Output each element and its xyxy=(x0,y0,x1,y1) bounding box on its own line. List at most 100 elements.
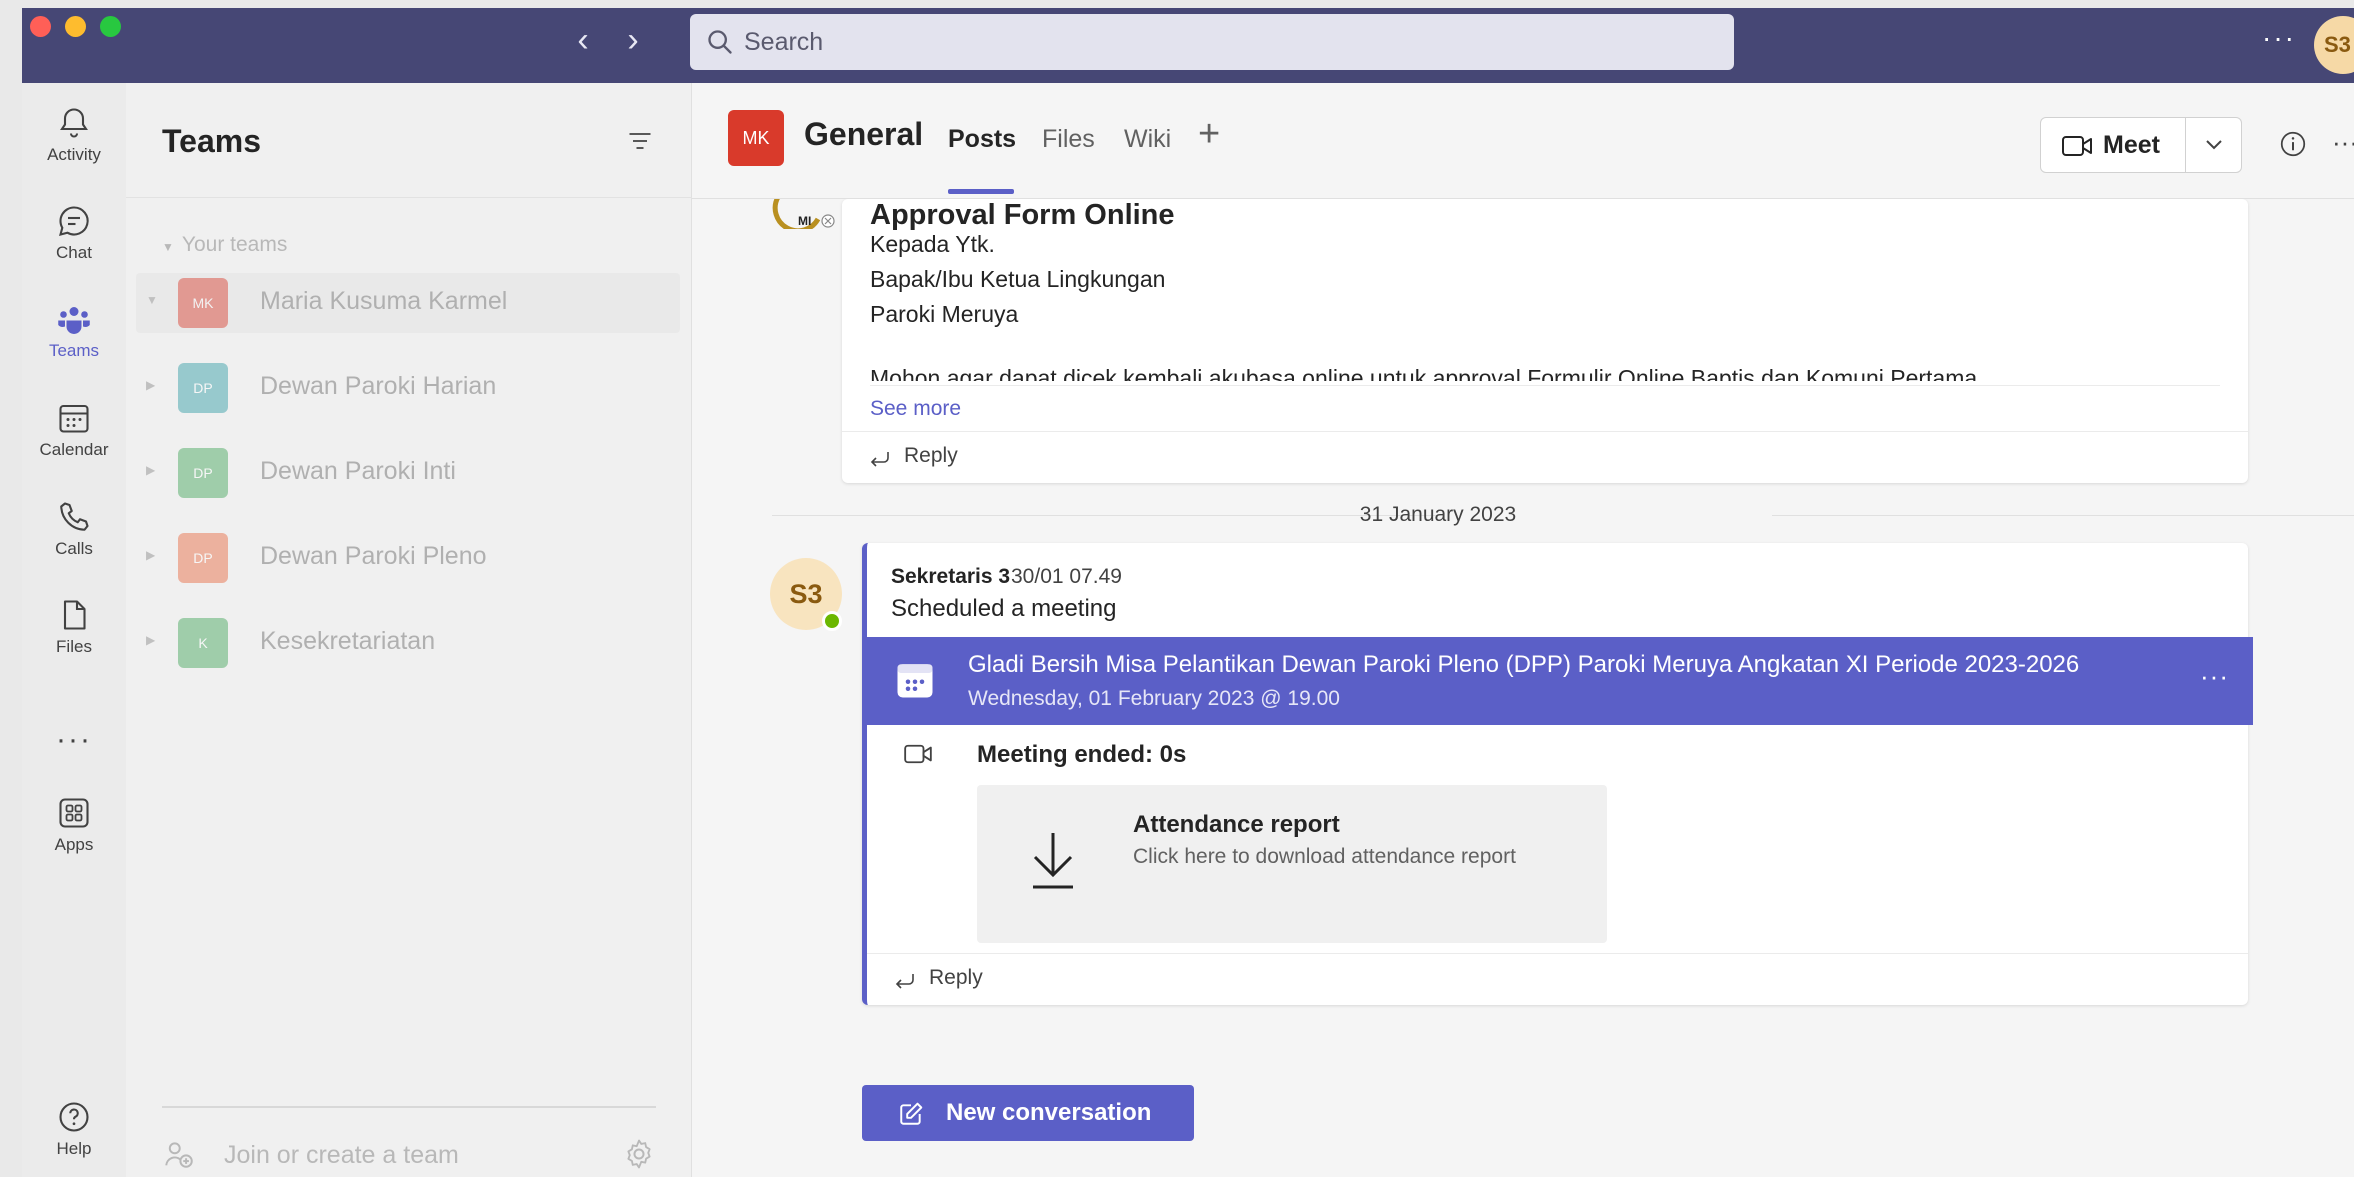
rail-item-teams[interactable]: Teams xyxy=(22,287,126,377)
rail-label-teams: Teams xyxy=(48,341,100,360)
meeting-date: Wednesday, 01 February 2023 @ 19.00 xyxy=(968,687,1340,710)
presence-available-icon xyxy=(822,611,842,631)
rail-item-activity[interactable]: Activity xyxy=(22,91,126,181)
reply-label: Reply xyxy=(929,966,983,989)
rail-item-files[interactable]: Files xyxy=(22,583,126,673)
meeting-title: Gladi Bersih Misa Pelantikan Dewan Parok… xyxy=(968,651,2080,678)
post-author[interactable]: Sekretaris 3 xyxy=(891,565,1010,589)
team-name: Dewan Paroki Inti xyxy=(260,457,456,485)
rail-item-calls[interactable]: Calls xyxy=(22,485,126,575)
rail-label-help: Help xyxy=(56,1139,92,1158)
channel-main: Approval Form Online Kepada Ytk. Bapak/I… xyxy=(692,83,2354,1177)
active-tab-indicator xyxy=(948,189,1014,194)
your-teams-label: Your teams xyxy=(181,233,288,256)
team-item[interactable]: ▶ DP Dewan Paroki Harian xyxy=(136,358,680,418)
team-item[interactable]: ▼ MK Maria Kusuma Karmel xyxy=(136,273,680,333)
add-people-icon xyxy=(165,1142,193,1168)
post-line: Kepada Ytk. xyxy=(870,231,995,257)
panel-divider xyxy=(126,197,692,198)
chevron-down-icon xyxy=(2206,140,2222,150)
team-item[interactable]: ▶ K Kesekretariatan xyxy=(136,613,680,673)
team-avatar: DP xyxy=(178,363,228,413)
caret-down-icon: ▼ xyxy=(162,240,174,254)
meet-label: Meet xyxy=(2103,131,2160,159)
bell-icon xyxy=(60,108,88,138)
your-teams-header[interactable]: ▼ Your teams xyxy=(162,233,287,257)
close-window-button[interactable] xyxy=(30,16,51,37)
reply-icon xyxy=(870,452,889,467)
attendance-report-card[interactable]: Attendance report Click here to download… xyxy=(977,785,1607,943)
meeting-ended-label: Meeting ended: 0s xyxy=(977,741,1187,768)
rail-label-calendar: Calendar xyxy=(39,440,109,459)
channel-avatar: MK xyxy=(728,110,784,166)
chat-icon xyxy=(59,206,89,236)
rail-item-apps[interactable]: Apps xyxy=(22,781,126,871)
phone-icon xyxy=(60,502,89,531)
back-arrow-icon[interactable]: ‹ xyxy=(568,23,598,57)
rail-label-files: Files xyxy=(56,637,92,656)
team-item[interactable]: ▶ DP Dewan Paroki Pleno xyxy=(136,528,680,588)
team-name: Dewan Paroki Harian xyxy=(260,372,497,400)
caret-right-icon: ▶ xyxy=(146,463,156,477)
teams-icon xyxy=(58,307,90,334)
channel-name: General xyxy=(804,116,924,152)
maximize-window-button[interactable] xyxy=(100,16,121,37)
rail-item-calendar[interactable]: Calendar xyxy=(22,386,126,476)
user-avatar[interactable]: S3 xyxy=(2314,16,2354,74)
teams-window: ‹ › ··· S3 Activity Chat Teams Calendar xyxy=(22,8,2354,1177)
caret-right-icon: ▶ xyxy=(146,378,156,392)
reply-button[interactable]: Reply xyxy=(842,431,2248,483)
add-tab-icon[interactable]: + xyxy=(1198,113,1220,156)
panel-title: Teams xyxy=(162,123,262,159)
caret-down-icon: ▼ xyxy=(146,293,158,307)
join-create-team-button[interactable]: Join or create a team xyxy=(162,1133,662,1177)
rail-item-chat[interactable]: Chat xyxy=(22,189,126,279)
meet-options-button[interactable] xyxy=(2186,117,2242,173)
channel-header: MK General Posts Files Wiki + Meet ··· xyxy=(692,83,2354,199)
post-line: Bapak/Ibu Ketua Lingkungan xyxy=(870,266,1166,292)
rail-label-activity: Activity xyxy=(47,145,101,164)
minimize-window-button[interactable] xyxy=(65,16,86,37)
post-line: Paroki Meruya xyxy=(870,301,1019,327)
apps-icon xyxy=(59,798,89,828)
file-icon xyxy=(63,600,86,630)
team-name: Dewan Paroki Pleno xyxy=(260,542,487,570)
join-team-label: Join or create a team xyxy=(224,1141,459,1169)
caret-right-icon: ▶ xyxy=(146,548,156,562)
more-options-icon[interactable]: ··· xyxy=(2332,127,2354,158)
panel-divider xyxy=(162,1106,656,1108)
post-subject: Approval Form Online xyxy=(870,199,1175,231)
info-icon[interactable] xyxy=(2278,129,2308,159)
tab-wiki[interactable]: Wiki xyxy=(1124,125,1171,154)
reply-label: Reply xyxy=(904,444,958,467)
more-apps-icon[interactable]: ··· xyxy=(22,723,126,757)
rail-item-help[interactable]: Help xyxy=(22,1085,126,1175)
search-icon xyxy=(708,30,732,54)
post-timestamp: 30/01 07.49 xyxy=(1011,565,1122,588)
search-input[interactable] xyxy=(744,14,1704,70)
team-item[interactable]: ▶ DP Dewan Paroki Inti xyxy=(136,443,680,503)
see-more-link[interactable]: See more xyxy=(870,397,961,421)
search-box[interactable] xyxy=(690,14,1734,70)
reply-icon xyxy=(895,974,914,989)
rail-label-apps: Apps xyxy=(54,835,94,854)
team-avatar: DP xyxy=(178,533,228,583)
forward-arrow-icon[interactable]: › xyxy=(618,23,648,57)
team-name: Kesekretariatan xyxy=(260,627,436,655)
rail-label-calls: Calls xyxy=(55,539,93,558)
download-icon xyxy=(1033,833,1073,889)
reply-button[interactable]: Reply xyxy=(867,953,2248,1005)
tab-posts[interactable]: Posts xyxy=(948,125,1016,154)
tab-files[interactable]: Files xyxy=(1042,125,1095,154)
video-camera-icon xyxy=(2062,136,2092,156)
gear-icon[interactable] xyxy=(622,1137,656,1171)
more-options-icon[interactable]: ··· xyxy=(2200,661,2229,692)
title-bar: ‹ › ··· S3 xyxy=(22,8,2354,83)
filter-icon[interactable] xyxy=(626,127,654,155)
new-conversation-button[interactable]: New conversation xyxy=(862,1085,1194,1141)
more-options-icon[interactable]: ··· xyxy=(2262,24,2296,52)
meeting-banner[interactable]: Gladi Bersih Misa Pelantikan Dewan Parok… xyxy=(862,637,2253,725)
post-card: Sekretaris 3 30/01 07.49 Scheduled a mee… xyxy=(862,543,2253,1005)
meet-button[interactable]: Meet xyxy=(2040,117,2186,173)
attendance-subtitle: Click here to download attendance report xyxy=(1133,845,1516,868)
